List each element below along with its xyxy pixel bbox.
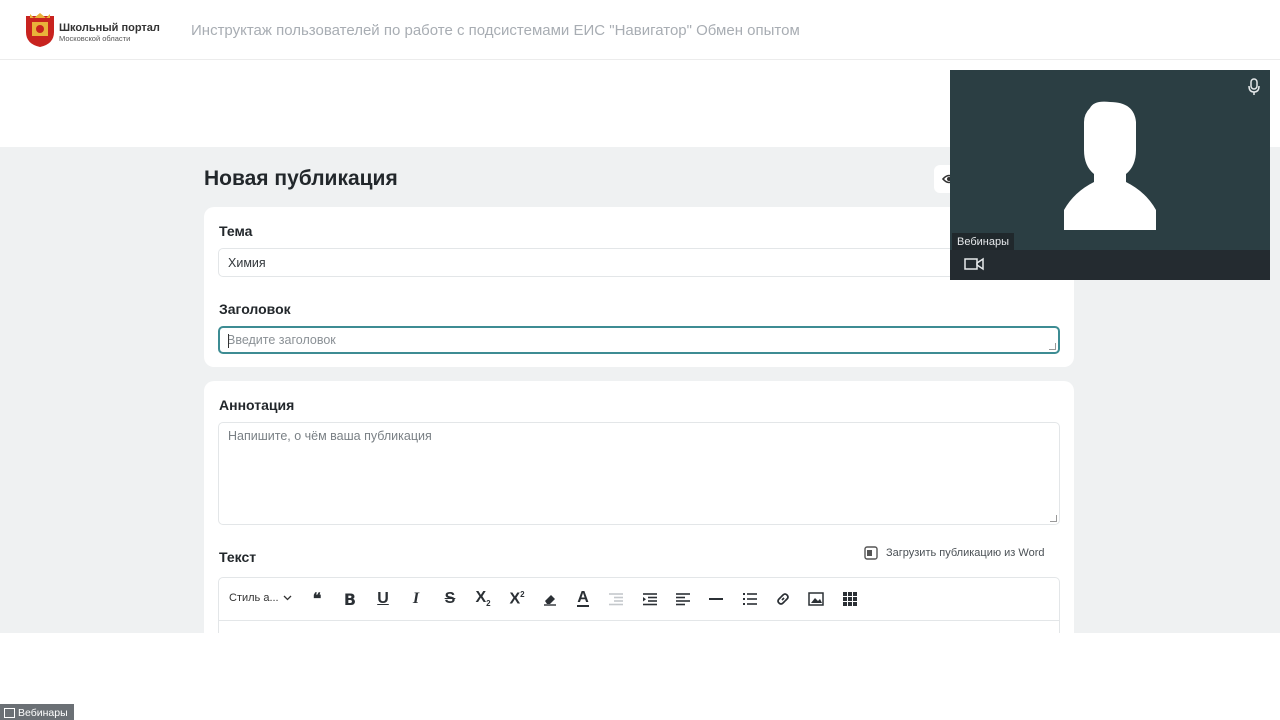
topic-select[interactable]: Химия bbox=[218, 248, 1060, 277]
outdent-button[interactable] bbox=[605, 588, 627, 610]
topic-title-card: Тема Химия Заголовок Введите заголовок bbox=[204, 207, 1074, 367]
form-heading: Новая публикация bbox=[204, 167, 398, 190]
text-editor-area[interactable] bbox=[218, 621, 1060, 633]
bold-icon: B bbox=[343, 589, 357, 609]
text-caret bbox=[228, 334, 229, 348]
upload-word-link[interactable]: Загрузить публикацию из Word bbox=[864, 546, 1044, 560]
video-camera-icon[interactable] bbox=[964, 257, 984, 271]
horizontal-rule-icon bbox=[709, 598, 723, 600]
webinar-tag[interactable]: Вебинары bbox=[0, 704, 74, 720]
link-icon bbox=[777, 593, 789, 605]
strikethrough-button[interactable]: S bbox=[439, 588, 461, 610]
align-left-button[interactable] bbox=[672, 588, 694, 610]
text-color-icon: A bbox=[577, 589, 589, 607]
annotation-textarea[interactable]: Напишите, о чём ваша публикация bbox=[218, 422, 1060, 525]
italic-icon: I bbox=[412, 590, 420, 607]
user-silhouette-icon bbox=[1064, 101, 1156, 230]
webcam-controls-bar bbox=[950, 250, 1270, 280]
underline-icon: U bbox=[377, 590, 389, 607]
title-placeholder: Введите заголовок bbox=[227, 333, 336, 347]
resize-handle[interactable] bbox=[1050, 515, 1057, 522]
link-button[interactable] bbox=[772, 588, 794, 610]
indent-icon bbox=[643, 593, 657, 606]
style-select-value: Стиль а... bbox=[229, 592, 279, 604]
webinar-tag-label: Вебинары bbox=[18, 707, 68, 719]
text-color-button[interactable]: A bbox=[572, 588, 594, 610]
top-bar: Школьный портал Московской области Инстр… bbox=[0, 0, 1280, 60]
editor-toolbar: Стиль а... ❝ B U I S X2 X2 A bbox=[218, 577, 1060, 621]
annotation-label: Аннотация bbox=[219, 397, 295, 413]
bold-button[interactable]: B bbox=[339, 588, 361, 610]
eraser-icon bbox=[544, 595, 556, 606]
text-label: Текст bbox=[219, 549, 257, 565]
image-button[interactable] bbox=[805, 588, 827, 610]
microphone-icon[interactable] bbox=[1248, 78, 1260, 96]
subscript-icon: X2 bbox=[475, 589, 491, 609]
portal-region: Московской области bbox=[59, 34, 131, 43]
annotation-placeholder: Напишите, о чём ваша публикация bbox=[228, 429, 432, 443]
outdent-icon bbox=[609, 593, 623, 606]
italic-button[interactable]: I bbox=[405, 588, 427, 610]
coat-of-arms-logo[interactable] bbox=[24, 12, 56, 48]
superscript-icon: X2 bbox=[509, 589, 525, 608]
image-icon bbox=[808, 592, 824, 606]
underline-button[interactable]: U bbox=[372, 588, 394, 610]
portal-name: Школьный портал bbox=[59, 22, 160, 34]
clear-format-button[interactable] bbox=[539, 588, 561, 610]
table-button[interactable] bbox=[839, 588, 861, 610]
chevron-down-icon bbox=[283, 595, 292, 601]
topic-value: Химия bbox=[228, 255, 266, 270]
resize-handle[interactable] bbox=[1049, 343, 1056, 350]
title-input[interactable]: Введите заголовок bbox=[218, 326, 1060, 354]
title-label: Заголовок bbox=[219, 301, 291, 317]
word-file-icon bbox=[864, 546, 878, 560]
superscript-button[interactable]: X2 bbox=[506, 588, 528, 610]
webcam-panel: Вебинары bbox=[950, 70, 1270, 280]
numbered-list-button[interactable] bbox=[739, 588, 761, 610]
quote-button[interactable]: ❝ bbox=[306, 588, 328, 610]
upload-word-label: Загрузить публикацию из Word bbox=[886, 547, 1045, 559]
style-select[interactable]: Стиль а... bbox=[229, 592, 292, 604]
page-title: Инструктаж пользователей по работе с под… bbox=[191, 22, 800, 39]
indent-button[interactable] bbox=[639, 588, 661, 610]
webcam-participant-name: Вебинары bbox=[952, 233, 1014, 251]
numbered-list-icon bbox=[743, 593, 757, 605]
annotation-text-card: Аннотация Напишите, о чём ваша публикаци… bbox=[204, 381, 1074, 633]
quote-icon: ❝ bbox=[312, 591, 322, 608]
window-icon bbox=[4, 708, 15, 718]
strikethrough-icon: S bbox=[444, 590, 456, 607]
align-left-icon bbox=[676, 593, 690, 606]
horizontal-rule-button[interactable] bbox=[705, 588, 727, 610]
topic-label: Тема bbox=[219, 223, 253, 239]
subscript-button[interactable]: X2 bbox=[472, 588, 494, 610]
table-icon bbox=[843, 592, 857, 606]
